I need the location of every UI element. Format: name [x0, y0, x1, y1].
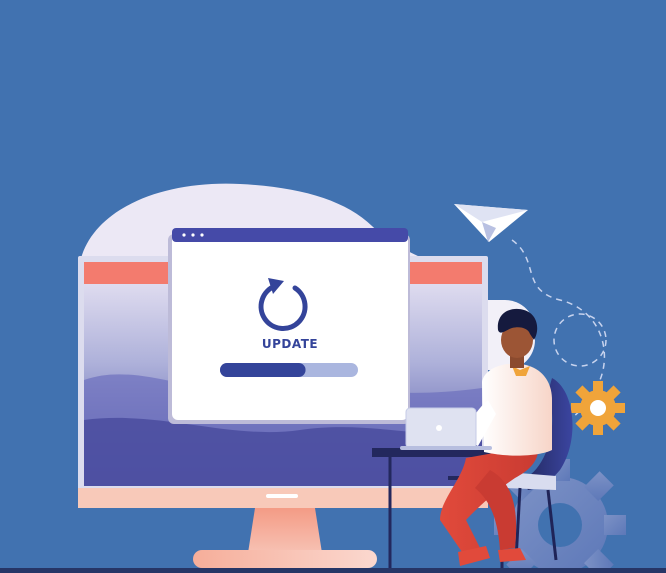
window-dot: [191, 233, 195, 237]
update-illustration: UPDATE: [0, 0, 666, 573]
illustration-canvas: [0, 183, 666, 573]
progress-fill: [220, 363, 306, 377]
update-label: UPDATE: [261, 337, 319, 351]
gear-icon: [571, 381, 625, 435]
window-dot: [200, 233, 204, 237]
window-dot: [182, 233, 186, 237]
floor-line: [0, 568, 666, 573]
update-dialog: [168, 228, 410, 424]
progress-bar: [220, 363, 358, 377]
